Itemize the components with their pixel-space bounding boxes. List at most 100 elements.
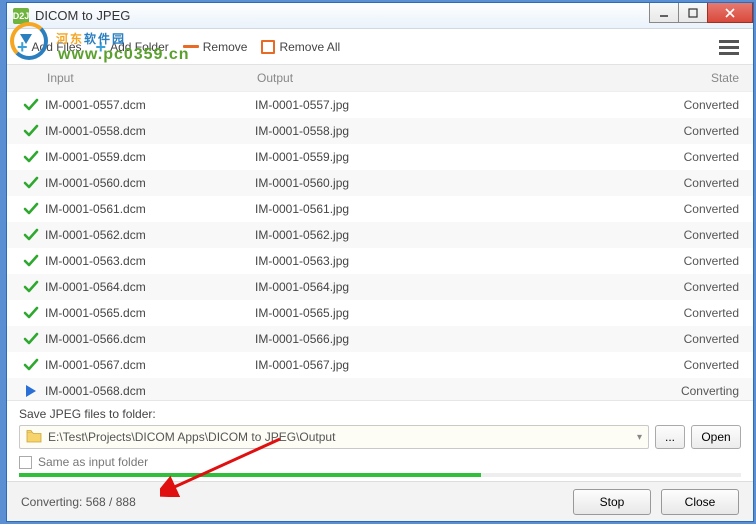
column-output[interactable]: Output — [257, 71, 659, 85]
cell-state: Converted — [659, 228, 739, 242]
cell-state: Converted — [659, 150, 739, 164]
table-row[interactable]: IM-0001-0568.dcmConverting — [7, 378, 753, 400]
cell-input: IM-0001-0557.dcm — [45, 98, 255, 112]
add-folder-label: Add Folder — [110, 40, 169, 54]
cell-state: Converted — [659, 280, 739, 294]
status-text: Converting: 568 / 888 — [21, 495, 563, 509]
dropdown-icon[interactable]: ▾ — [637, 432, 642, 443]
file-list[interactable]: IM-0001-0557.dcmIM-0001-0557.jpgConverte… — [7, 92, 753, 400]
cell-state: Converted — [659, 358, 739, 372]
check-icon — [17, 227, 45, 243]
cell-input: IM-0001-0564.dcm — [45, 280, 255, 294]
close-window-button[interactable] — [707, 3, 753, 23]
cell-input: IM-0001-0563.dcm — [45, 254, 255, 268]
cell-output: IM-0001-0564.jpg — [255, 280, 659, 294]
cell-input: IM-0001-0559.dcm — [45, 150, 255, 164]
table-row[interactable]: IM-0001-0561.dcmIM-0001-0561.jpgConverte… — [7, 196, 753, 222]
stop-button[interactable]: Stop — [573, 489, 651, 515]
check-icon — [17, 97, 45, 113]
cell-state: Converted — [659, 124, 739, 138]
add-files-button[interactable]: + Add Files — [17, 38, 82, 56]
column-input[interactable]: Input — [47, 71, 257, 85]
save-section: Save JPEG files to folder: ▾ ... Open Sa… — [7, 400, 753, 481]
titlebar: D2J DICOM to JPEG — [7, 3, 753, 29]
maximize-button[interactable] — [678, 3, 708, 23]
menu-line-icon — [719, 52, 739, 55]
square-icon — [261, 40, 275, 54]
remove-button[interactable]: Remove — [183, 40, 248, 54]
window-title: DICOM to JPEG — [35, 8, 130, 23]
app-window: D2J DICOM to JPEG + Add Files + Add Fold… — [6, 2, 754, 522]
cell-state: Converted — [659, 306, 739, 320]
toolbar: + Add Files + Add Folder Remove Remove A… — [7, 29, 753, 65]
cell-output: IM-0001-0559.jpg — [255, 150, 659, 164]
table-header: Input Output State — [7, 65, 753, 92]
cell-state: Converted — [659, 254, 739, 268]
cell-output: IM-0001-0566.jpg — [255, 332, 659, 346]
cell-output: IM-0001-0562.jpg — [255, 228, 659, 242]
cell-output: IM-0001-0561.jpg — [255, 202, 659, 216]
cell-output: IM-0001-0557.jpg — [255, 98, 659, 112]
cell-state: Converted — [659, 176, 739, 190]
plus-icon: + — [96, 38, 107, 56]
same-as-input-checkbox[interactable] — [19, 456, 32, 469]
progress-track — [19, 473, 741, 477]
table-row[interactable]: IM-0001-0558.dcmIM-0001-0558.jpgConverte… — [7, 118, 753, 144]
cell-state: Converted — [659, 332, 739, 346]
open-folder-button[interactable]: Open — [691, 425, 741, 449]
progress-bar — [19, 473, 481, 477]
minus-icon — [183, 45, 199, 48]
save-folder-label: Save JPEG files to folder: — [19, 407, 741, 421]
check-icon — [17, 279, 45, 295]
check-icon — [17, 123, 45, 139]
add-folder-button[interactable]: + Add Folder — [96, 38, 169, 56]
add-files-label: Add Files — [32, 40, 82, 54]
minimize-button[interactable] — [649, 3, 679, 23]
cell-input: IM-0001-0565.dcm — [45, 306, 255, 320]
table-row[interactable]: IM-0001-0562.dcmIM-0001-0562.jpgConverte… — [7, 222, 753, 248]
folder-icon — [26, 429, 42, 446]
cell-input: IM-0001-0560.dcm — [45, 176, 255, 190]
cell-input: IM-0001-0567.dcm — [45, 358, 255, 372]
browse-button[interactable]: ... — [655, 425, 685, 449]
cell-output: IM-0001-0560.jpg — [255, 176, 659, 190]
cell-input: IM-0001-0558.dcm — [45, 124, 255, 138]
table-row[interactable]: IM-0001-0566.dcmIM-0001-0566.jpgConverte… — [7, 326, 753, 352]
table-row[interactable]: IM-0001-0567.dcmIM-0001-0567.jpgConverte… — [7, 352, 753, 378]
check-icon — [17, 357, 45, 373]
table-row[interactable]: IM-0001-0560.dcmIM-0001-0560.jpgConverte… — [7, 170, 753, 196]
table-row[interactable]: IM-0001-0559.dcmIM-0001-0559.jpgConverte… — [7, 144, 753, 170]
check-icon — [17, 175, 45, 191]
check-icon — [17, 331, 45, 347]
table-row[interactable]: IM-0001-0564.dcmIM-0001-0564.jpgConverte… — [7, 274, 753, 300]
app-icon: D2J — [13, 8, 29, 24]
cell-state: Converting — [659, 384, 739, 398]
footer: Converting: 568 / 888 Stop Close — [7, 481, 753, 521]
check-icon — [17, 201, 45, 217]
cell-output: IM-0001-0567.jpg — [255, 358, 659, 372]
same-as-input-label: Same as input folder — [38, 455, 148, 469]
close-button[interactable]: Close — [661, 489, 739, 515]
hamburger-menu-button[interactable] — [719, 37, 739, 58]
menu-line-icon — [719, 46, 739, 49]
cell-output: IM-0001-0558.jpg — [255, 124, 659, 138]
cell-input: IM-0001-0566.dcm — [45, 332, 255, 346]
cell-input: IM-0001-0562.dcm — [45, 228, 255, 242]
cell-output: IM-0001-0563.jpg — [255, 254, 659, 268]
plus-icon: + — [17, 38, 28, 56]
cell-state: Converted — [659, 202, 739, 216]
remove-all-button[interactable]: Remove All — [261, 40, 340, 54]
cell-state: Converted — [659, 98, 739, 112]
output-path-input[interactable] — [48, 430, 631, 444]
table-row[interactable]: IM-0001-0563.dcmIM-0001-0563.jpgConverte… — [7, 248, 753, 274]
check-icon — [17, 149, 45, 165]
check-icon — [17, 253, 45, 269]
cell-input: IM-0001-0561.dcm — [45, 202, 255, 216]
output-path-combo[interactable]: ▾ — [19, 425, 649, 449]
remove-label: Remove — [203, 40, 248, 54]
play-icon — [17, 383, 45, 399]
table-row[interactable]: IM-0001-0557.dcmIM-0001-0557.jpgConverte… — [7, 92, 753, 118]
table-row[interactable]: IM-0001-0565.dcmIM-0001-0565.jpgConverte… — [7, 300, 753, 326]
column-state[interactable]: State — [659, 71, 739, 85]
remove-all-label: Remove All — [279, 40, 340, 54]
